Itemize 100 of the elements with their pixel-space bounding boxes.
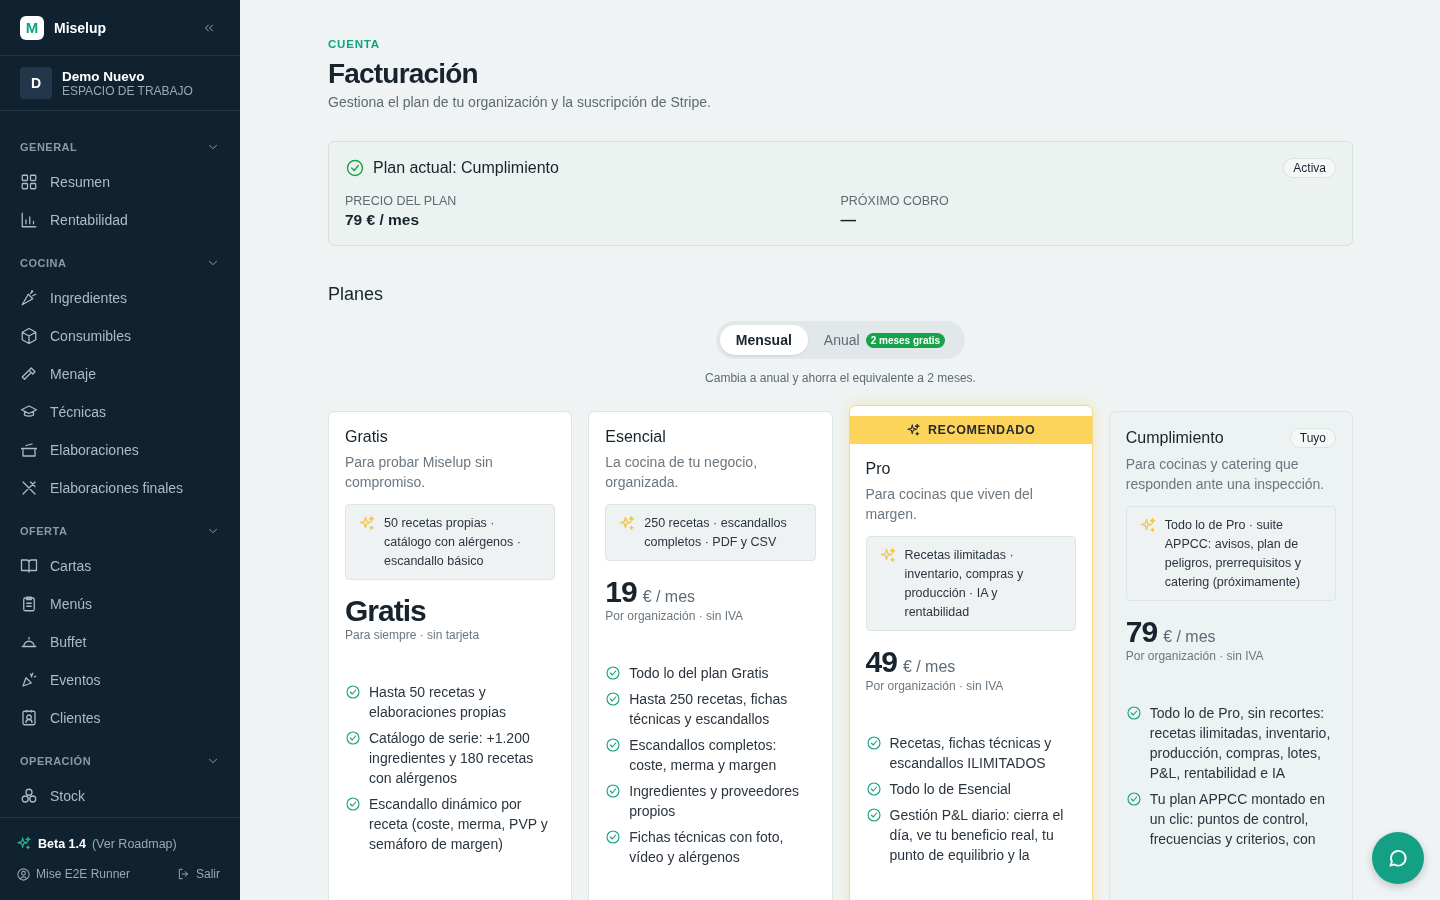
nav-item[interactable]: Menús bbox=[0, 585, 240, 623]
plan-tagline: La cocina de tu negocio, organizada. bbox=[605, 453, 759, 492]
feature-text: Hasta 250 recetas, fichas técnicas y escandallos bbox=[629, 690, 789, 729]
nav-item[interactable]: Clientes bbox=[0, 699, 240, 737]
page-subtitle: Gestiona el plan de tu organización y la suscripción de Stripe. bbox=[328, 94, 712, 110]
feature-text: Hasta 50 recetas y elaboraciones propias bbox=[369, 683, 507, 722]
plan-tagline: Para cocinas y catering que responden ante una inspección. bbox=[1125, 455, 1326, 494]
check-circle-icon bbox=[605, 829, 622, 845]
feature-text: Escandallo dinámico por receta (coste, merma, PVP y semáforo de margen) bbox=[369, 795, 549, 854]
price-note: Por organización · sin IVA bbox=[1125, 649, 1265, 663]
nav-item[interactable]: Elaboraciones finales bbox=[0, 469, 240, 507]
hammer-icon bbox=[20, 365, 38, 383]
section-heading: OFERTA bbox=[20, 525, 68, 537]
nav-item[interactable]: Ingredientes bbox=[0, 279, 240, 317]
logout-icon bbox=[177, 867, 191, 881]
grid-icon bbox=[20, 173, 38, 191]
plan-price: 79 bbox=[1125, 615, 1158, 649]
nav-item[interactable]: Consumibles bbox=[0, 317, 240, 355]
plan-name: Pro bbox=[865, 460, 891, 478]
nav-item[interactable]: Técnicas bbox=[0, 393, 240, 431]
feature-text: Recetas, fichas técnicas y escandallos ILIMITADOS bbox=[889, 734, 1053, 773]
page-title: Facturación bbox=[328, 58, 479, 90]
feature-text: Gestión P&L diario: cierra el día, ve tu beneficio real, tu punto de equilibrio y la bbox=[889, 806, 1065, 865]
book-icon bbox=[20, 557, 38, 575]
clipboard-icon bbox=[20, 595, 38, 613]
user-circle-icon bbox=[16, 866, 31, 882]
sparkles-icon bbox=[905, 422, 921, 438]
check-circle-icon bbox=[1125, 791, 1142, 807]
plan-price: Gratis bbox=[345, 594, 426, 628]
plan-tagline: Para probar Miselup sin compromiso. bbox=[345, 453, 494, 492]
feature-text: Catálogo de serie: +1.200 ingredientes y 180 recetas con alérgenos bbox=[369, 729, 535, 788]
sparkles-icon bbox=[16, 836, 32, 852]
check-circle-icon bbox=[605, 783, 622, 799]
section-title: Planes bbox=[328, 284, 385, 305]
sparkles-icon bbox=[878, 547, 897, 565]
billing-tab[interactable]: Anual 2 meses gratis bbox=[807, 325, 962, 355]
sparkles-icon bbox=[618, 515, 637, 533]
nav-item[interactable]: Rentabilidad bbox=[0, 201, 240, 239]
plan-name: Gratis bbox=[345, 428, 388, 446]
pot-icon bbox=[20, 441, 38, 459]
nav-item[interactable]: Buffet bbox=[0, 623, 240, 661]
check-circle-icon bbox=[865, 807, 882, 823]
bar-chart-icon bbox=[20, 211, 38, 229]
current-plan-title: Plan actual: Cumplimiento bbox=[373, 159, 560, 177]
price-unit: € / mes bbox=[1163, 628, 1216, 646]
section-heading: OPERACIÓN bbox=[20, 755, 92, 767]
price-note: Para siempre · sin tarjeta bbox=[345, 628, 481, 642]
workspace-label: ESPACIO DE TRABAJO bbox=[62, 83, 193, 98]
feature-text: Escandallos completos: coste, merma y margen bbox=[629, 736, 778, 775]
plan-tagline: Para cocinas que viven del margen. bbox=[865, 485, 1034, 524]
carrot-icon bbox=[20, 289, 38, 307]
chat-bubble-icon bbox=[1387, 847, 1409, 869]
field-value: 79 € / mes bbox=[345, 211, 421, 229]
price-unit: € / mes bbox=[642, 588, 696, 606]
check-circle-icon bbox=[605, 737, 622, 753]
cubes-icon bbox=[20, 787, 38, 805]
workspace-avatar: D bbox=[20, 67, 52, 99]
check-circle-icon bbox=[345, 730, 361, 746]
billing-tab[interactable]: Mensual bbox=[719, 325, 808, 355]
nav-item[interactable]: Cartas bbox=[0, 547, 240, 585]
workspace-name: Demo Nuevo bbox=[62, 68, 146, 84]
nav-item[interactable]: Menaje bbox=[0, 355, 240, 393]
check-circle-icon bbox=[1125, 705, 1142, 721]
feature-text: Fichas técnicas con foto, vídeo y alérgenos bbox=[629, 828, 785, 867]
plan-name: Esencial bbox=[605, 428, 666, 446]
app-name: Miselup bbox=[54, 19, 108, 36]
plan-name: Cumplimiento bbox=[1125, 429, 1224, 447]
check-circle-icon bbox=[345, 796, 361, 812]
workspace-switcher[interactable]: D Demo Nuevo ESPACIO DE TRABAJO bbox=[0, 56, 240, 111]
field-label: PRECIO DEL PLAN bbox=[345, 194, 458, 208]
check-circle-icon bbox=[345, 158, 365, 178]
field-value: — bbox=[840, 211, 857, 229]
highlight-text: 50 recetas propias · catálogo con alérgenos · escandallo básico bbox=[384, 515, 522, 570]
version-label: Beta 1.4 bbox=[38, 837, 86, 851]
box-icon bbox=[20, 327, 38, 345]
sparkles-icon bbox=[1138, 517, 1157, 535]
logo: M bbox=[20, 15, 44, 40]
nav-item[interactable]: Eventos bbox=[0, 661, 240, 699]
contact-card-icon bbox=[20, 709, 38, 727]
nav-item[interactable]: Resumen bbox=[0, 163, 240, 201]
nav-item[interactable]: Stock bbox=[0, 777, 240, 815]
price-unit: € / mes bbox=[902, 658, 956, 676]
check-circle-icon bbox=[605, 691, 622, 707]
highlight-text: 250 recetas · escandallos completos · PDF y CSV bbox=[644, 515, 788, 551]
price-note: Por organización · sin IVA bbox=[605, 609, 745, 623]
plan-price: 19 bbox=[605, 575, 637, 609]
roadmap-link[interactable]: (Ver Roadmap) bbox=[91, 837, 177, 851]
logout-button[interactable]: Salir bbox=[173, 867, 224, 881]
check-circle-icon bbox=[865, 781, 882, 797]
breadcrumb: CUENTA bbox=[328, 38, 381, 50]
price-note: Por organización · sin IVA bbox=[865, 679, 1005, 693]
feature-text: Todo lo de Esencial bbox=[889, 780, 1011, 799]
section-heading: GENERAL bbox=[20, 141, 78, 153]
feature-text: Todo lo del plan Gratis bbox=[629, 664, 769, 683]
billing-hint: Cambia a anual y ahorra el equivalente a 2 meses. bbox=[705, 371, 976, 385]
highlight-text: Recetas ilimitadas · inventario, compras y producción · IA y rentabilidad bbox=[904, 547, 1025, 621]
sparkles-icon bbox=[358, 515, 376, 533]
nav-item[interactable]: Elaboraciones bbox=[0, 431, 240, 469]
check-circle-icon bbox=[345, 684, 361, 700]
recommended-label: RECOMENDADO bbox=[927, 423, 1036, 437]
